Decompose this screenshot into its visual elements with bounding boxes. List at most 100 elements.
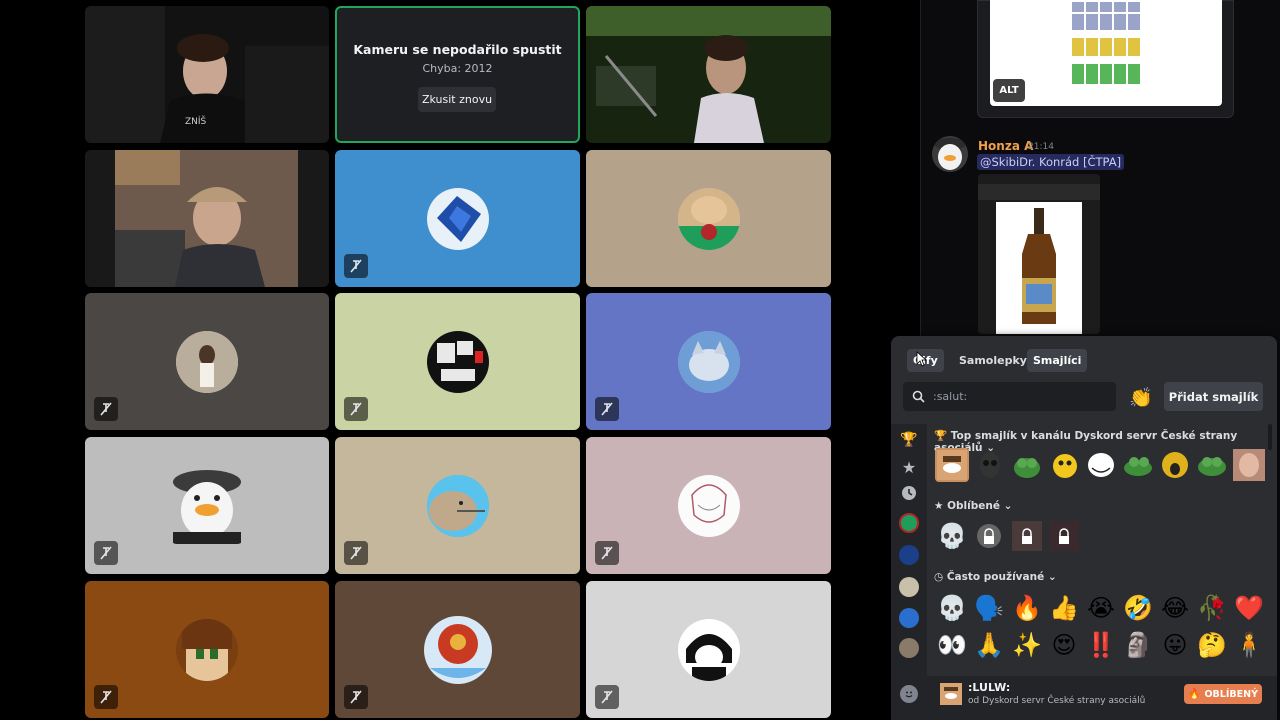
video-tile-streamer-2[interactable] — [586, 6, 831, 143]
emoji[interactable]: 🗣️ — [972, 591, 1006, 625]
server-icon[interactable] — [899, 513, 919, 533]
search-placeholder: :salut: — [933, 390, 968, 403]
beer-bottle-image — [978, 174, 1100, 334]
favorite-label: OBLÍBENÝ — [1204, 688, 1258, 700]
emoji[interactable]: 😭 — [1084, 591, 1118, 625]
svg-text:ZNÍŠ: ZNÍŠ — [185, 115, 207, 127]
call-screen: ZNÍŠ Kameru se nepodařilo spustit Chyba:… — [0, 0, 1280, 720]
participant-avatar — [677, 330, 740, 393]
video-tile-camera-error: Kameru se nepodařilo spustit Chyba: 2012… — [335, 6, 580, 143]
clapping-hands-icon[interactable]: 👏 — [1129, 386, 1153, 409]
emoji[interactable]: 😛 — [1158, 628, 1192, 662]
clock-icon[interactable] — [899, 483, 919, 503]
emoji[interactable]: 👀 — [935, 628, 969, 662]
locked-emoji[interactable] — [1010, 519, 1044, 553]
alt-text-badge[interactable]: ALT — [993, 79, 1025, 102]
participant-avatar — [426, 187, 489, 250]
muted-icon — [344, 397, 368, 421]
participant-tile[interactable] — [85, 437, 329, 574]
emoji[interactable]: ❤️ — [1232, 591, 1266, 625]
participant-tile[interactable] — [335, 150, 580, 287]
retry-camera-button[interactable]: Zkusit znovu — [418, 87, 496, 112]
participant-tile[interactable] — [335, 437, 580, 574]
smiley-icon[interactable] — [900, 685, 918, 703]
emoji-search-input[interactable]: :salut: — [903, 382, 1116, 411]
server-icon[interactable] — [899, 545, 919, 565]
custom-emoji[interactable] — [1232, 448, 1266, 482]
flame-icon: 🔥 — [1188, 688, 1201, 700]
webcam-feed: ZNÍŠ — [85, 6, 329, 143]
webcam-feed — [586, 6, 831, 143]
emoji[interactable]: 😍 — [1047, 628, 1081, 662]
custom-emoji[interactable] — [973, 448, 1007, 482]
tab-stickers[interactable]: Samolepky — [953, 349, 1033, 372]
participant-tile[interactable] — [85, 581, 329, 718]
emoji[interactable]: 🙏 — [972, 628, 1006, 662]
participant-avatar — [419, 611, 496, 688]
participant-tile[interactable] — [586, 437, 831, 574]
participant-avatar — [426, 330, 489, 393]
server-icon[interactable] — [899, 577, 919, 597]
webcam-feed — [85, 150, 329, 287]
custom-emoji[interactable] — [1047, 448, 1081, 482]
video-tile-streamer-3[interactable] — [85, 150, 329, 287]
camera-error-title: Kameru se nepodařilo spustit — [353, 42, 562, 57]
muted-icon — [94, 541, 118, 565]
trophy-icon[interactable]: 🏆 — [899, 430, 919, 450]
skull-emoji[interactable]: 💀 — [935, 519, 969, 553]
camera-error-code: Chyba: 2012 — [422, 62, 493, 75]
emoji[interactable]: 🧍 — [1232, 628, 1266, 662]
custom-emoji[interactable] — [1010, 448, 1044, 482]
tab-emoji[interactable]: Smajlíci — [1027, 349, 1088, 372]
muted-icon — [94, 685, 118, 709]
muted-icon — [344, 685, 368, 709]
muted-icon — [595, 685, 619, 709]
muted-icon — [595, 541, 619, 565]
emoji[interactable]: 🤣 — [1121, 591, 1155, 625]
participant-tile[interactable] — [586, 293, 831, 430]
custom-emoji[interactable] — [1158, 448, 1192, 482]
user-mention[interactable]: @SkibiDr. Konrád [ČTPA] — [977, 154, 1125, 170]
locked-emoji[interactable] — [972, 519, 1006, 553]
custom-emoji[interactable] — [1195, 448, 1229, 482]
star-icon[interactable]: ★ — [899, 457, 919, 477]
custom-emoji[interactable] — [1084, 448, 1118, 482]
author-avatar[interactable] — [932, 136, 968, 172]
section-frequent[interactable]: ◷ Často používané ⌄ — [934, 571, 1057, 583]
emoji[interactable]: 👍 — [1047, 591, 1081, 625]
emoji[interactable]: 💀 — [935, 591, 969, 625]
picker-scrollbar[interactable] — [1268, 424, 1272, 450]
message-image-screenshot[interactable] — [978, 174, 1100, 334]
custom-emoji[interactable] — [1121, 448, 1155, 482]
participant-avatar — [176, 618, 238, 681]
section-favorites[interactable]: ★ Oblíbené ⌄ — [934, 500, 1012, 512]
server-icon[interactable] — [899, 638, 919, 658]
muted-icon — [94, 397, 118, 421]
muted-icon — [595, 397, 619, 421]
section-favorites-title: Oblíbené — [947, 500, 1000, 512]
message-timestamp: 21:14 — [1028, 142, 1054, 152]
emoji[interactable]: ‼️ — [1084, 628, 1118, 662]
emoji[interactable]: 🤔 — [1195, 628, 1229, 662]
participant-avatar — [677, 474, 740, 537]
video-tile-streamer-1[interactable]: ZNÍŠ — [85, 6, 329, 143]
add-emoji-button[interactable]: Přidat smajlík — [1164, 382, 1263, 411]
participant-tile[interactable] — [586, 581, 831, 718]
server-icon[interactable] — [899, 608, 919, 628]
participant-tile[interactable] — [335, 581, 580, 718]
locked-emoji[interactable] — [1047, 519, 1081, 553]
participant-tile[interactable] — [85, 293, 329, 430]
preview-emoji-name: :LULW: — [968, 681, 1011, 694]
favorite-button[interactable]: 🔥 OBLÍBENÝ — [1184, 684, 1262, 704]
custom-emoji[interactable] — [935, 448, 969, 482]
section-frequent-title: Často používané — [946, 571, 1045, 583]
emoji[interactable]: 😂 — [1158, 591, 1192, 625]
message-author[interactable]: Honza A — [978, 139, 1033, 153]
participant-avatar — [677, 618, 740, 681]
emoji[interactable]: 🥀 — [1195, 591, 1229, 625]
participant-tile[interactable] — [335, 293, 580, 430]
emoji[interactable]: ✨ — [1010, 628, 1044, 662]
emoji[interactable]: 🗿 — [1121, 628, 1155, 662]
emoji[interactable]: 🔥 — [1010, 591, 1044, 625]
participant-tile[interactable] — [586, 150, 831, 287]
